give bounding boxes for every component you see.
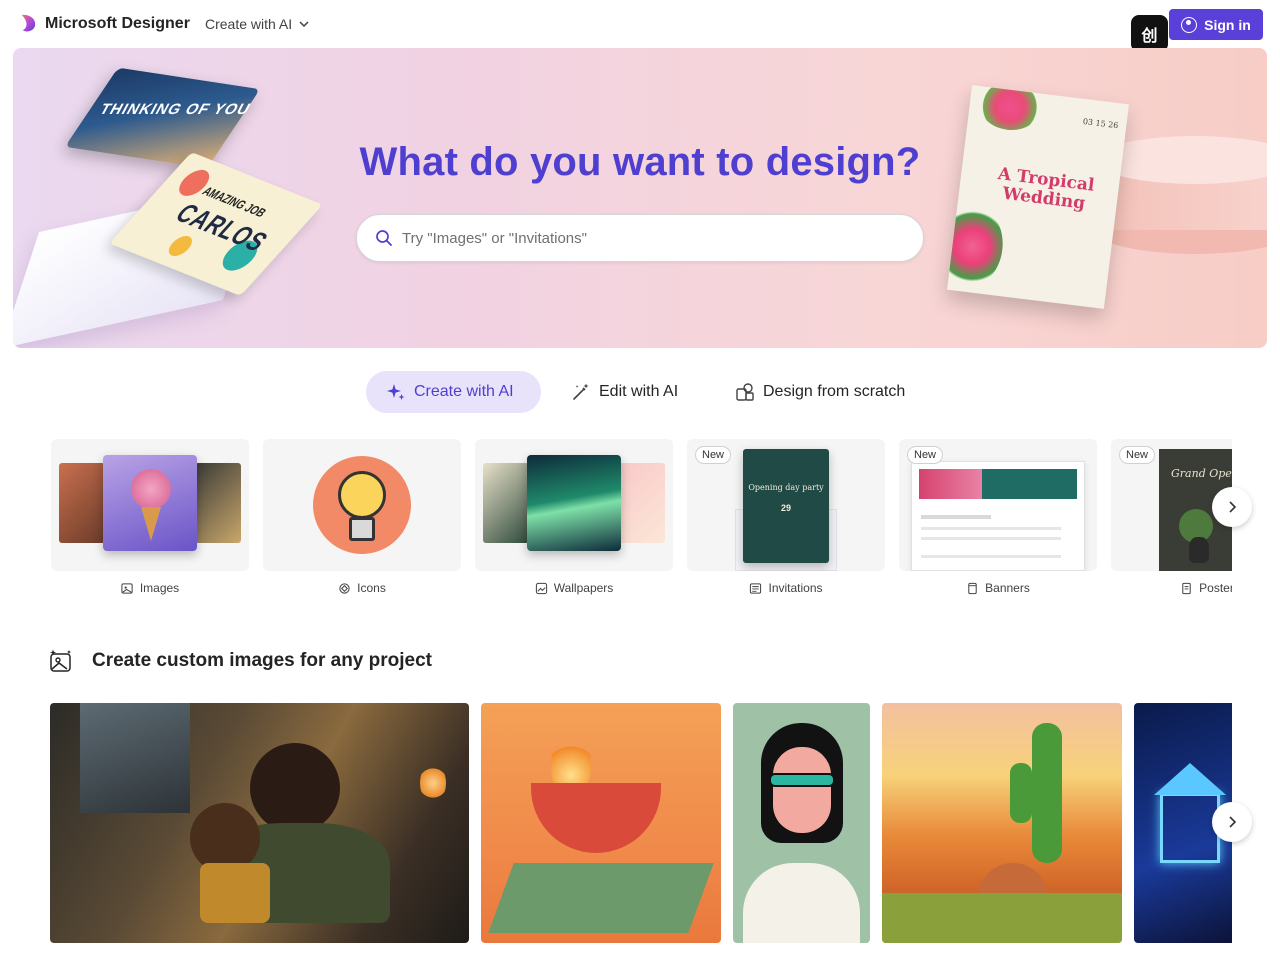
category-wallpapers[interactable]: Wallpapers xyxy=(475,439,673,595)
magic-wand-icon xyxy=(573,383,589,400)
create-menu-label: Create with AI xyxy=(205,16,293,32)
invitation-thumb-text: Opening day party xyxy=(748,483,824,492)
category-thumb xyxy=(475,439,673,571)
new-badge: New xyxy=(907,446,944,464)
category-carousel: Images Icons Wallpapers Opening day part… xyxy=(51,439,1232,604)
category-invitations[interactable]: Opening day party 29 New Invitations xyxy=(687,439,885,595)
thinking-card-text: THINKING OF YOU xyxy=(96,101,255,119)
section-title: Create custom images for any project xyxy=(92,650,432,671)
chevron-down-icon xyxy=(299,21,309,28)
category-carousel-next-button[interactable] xyxy=(1212,487,1252,527)
image-gallery xyxy=(50,703,1232,943)
wedding-title: A Tropical Wedding xyxy=(996,164,1096,214)
category-label-text: Icons xyxy=(357,581,386,595)
category-thumb xyxy=(263,439,461,571)
category-thumb: New xyxy=(899,439,1097,571)
tab-design-from-scratch[interactable]: Design from scratch xyxy=(715,371,925,413)
gallery-image-desert[interactable] xyxy=(882,703,1122,943)
category-thumb: Opening day party 29 New xyxy=(687,439,885,571)
tab-edit-with-ai[interactable]: Edit with AI xyxy=(551,371,698,413)
category-label-text: Banners xyxy=(985,581,1030,595)
search-icon xyxy=(376,230,392,246)
gallery-image-portrait[interactable] xyxy=(733,703,870,943)
category-label: Invitations xyxy=(687,581,885,595)
gallery-image-reading[interactable] xyxy=(50,703,469,943)
poster-thumb-text: Grand Opening xyxy=(1171,467,1232,480)
category-label: Banners xyxy=(899,581,1097,595)
tab-create-with-ai[interactable]: Create with AI xyxy=(366,371,541,413)
category-label-text: Posters xyxy=(1199,581,1232,595)
hero-banner: THINKING OF YOU AMAZING JOB CARLOS What … xyxy=(13,48,1267,348)
tab-label: Edit with AI xyxy=(599,383,679,400)
category-banners[interactable]: New Banners xyxy=(899,439,1097,595)
banner-icon xyxy=(968,582,977,594)
category-label: Images xyxy=(51,581,249,595)
sign-in-label: Sign in xyxy=(1204,16,1251,33)
icon-shape-icon xyxy=(339,582,350,594)
category-label-text: Wallpapers xyxy=(553,581,614,595)
wallpaper-icon xyxy=(535,582,547,594)
image-icon xyxy=(121,582,133,594)
category-label: Posters xyxy=(1111,581,1232,595)
category-label-text: Invitations xyxy=(768,581,823,595)
shapes-icon xyxy=(736,383,754,401)
mode-tabs: Create with AI Edit with AI Design from … xyxy=(0,371,1280,413)
tropical-wedding-card-image: 03 15 26 A Tropical Wedding xyxy=(947,85,1129,309)
gallery-image-grill[interactable] xyxy=(481,703,721,943)
top-header: Microsoft Designer Create with AI 创 Sign… xyxy=(0,0,1280,52)
category-icons[interactable]: Icons xyxy=(263,439,461,595)
invitation-icon xyxy=(750,582,762,594)
app-badge-text: 创 xyxy=(1141,27,1158,45)
hero-search-input[interactable] xyxy=(402,229,882,247)
new-badge: New xyxy=(1119,446,1156,464)
category-label: Icons xyxy=(263,581,461,595)
app-badge-icon[interactable]: 创 xyxy=(1131,15,1168,52)
poster-icon xyxy=(1182,582,1191,594)
brand-name[interactable]: Microsoft Designer xyxy=(45,15,190,33)
section-header: Create custom images for any project xyxy=(48,648,432,674)
chevron-right-icon xyxy=(1229,816,1237,828)
category-label-text: Images xyxy=(139,581,180,595)
invitation-thumb-date: 29 xyxy=(780,503,791,513)
tab-label: Create with AI xyxy=(414,383,514,400)
new-badge: New xyxy=(695,446,732,464)
user-icon xyxy=(1181,16,1198,33)
chevron-right-icon xyxy=(1229,501,1237,513)
category-images[interactable]: Images xyxy=(51,439,249,595)
designer-logo-icon[interactable] xyxy=(18,14,37,33)
hero-search-box[interactable] xyxy=(356,214,924,262)
gallery-next-button[interactable] xyxy=(1212,802,1252,842)
sparkle-icon xyxy=(387,384,405,400)
category-thumb xyxy=(51,439,249,571)
create-with-ai-menu[interactable]: Create with AI xyxy=(205,16,310,32)
category-label: Wallpapers xyxy=(475,581,673,595)
sign-in-button[interactable]: Sign in xyxy=(1169,9,1263,40)
wedding-date: 03 15 26 xyxy=(1082,116,1119,131)
image-sparkle-icon xyxy=(50,649,71,672)
tab-label: Design from scratch xyxy=(763,383,906,400)
